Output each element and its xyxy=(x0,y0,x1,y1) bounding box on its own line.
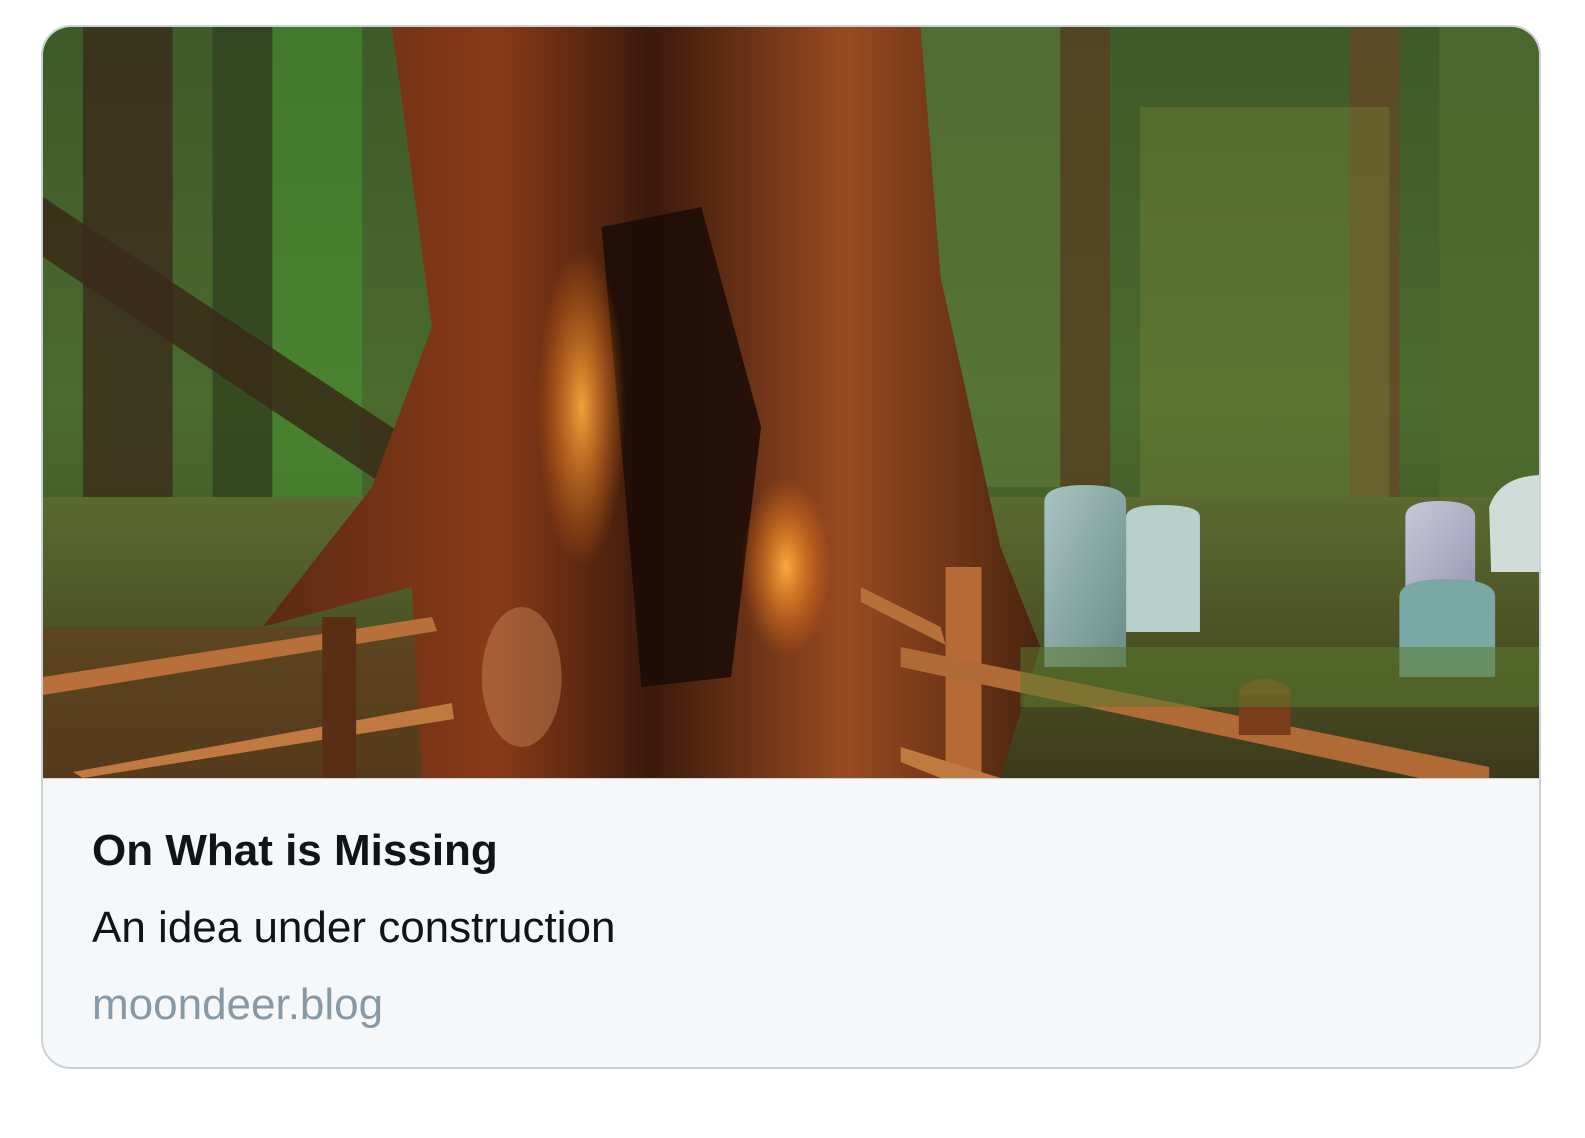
link-preview-card[interactable]: On What is Missing An idea under constru… xyxy=(41,25,1541,1069)
forest-graveyard-painting-icon xyxy=(43,27,1539,778)
card-domain: moondeer.blog xyxy=(92,980,384,1029)
card-description: An idea under construction xyxy=(92,903,616,952)
preview-image[interactable] xyxy=(43,27,1539,779)
card-title: On What is Missing xyxy=(92,826,498,875)
card-info: On What is Missing An idea under constru… xyxy=(92,778,1499,1031)
